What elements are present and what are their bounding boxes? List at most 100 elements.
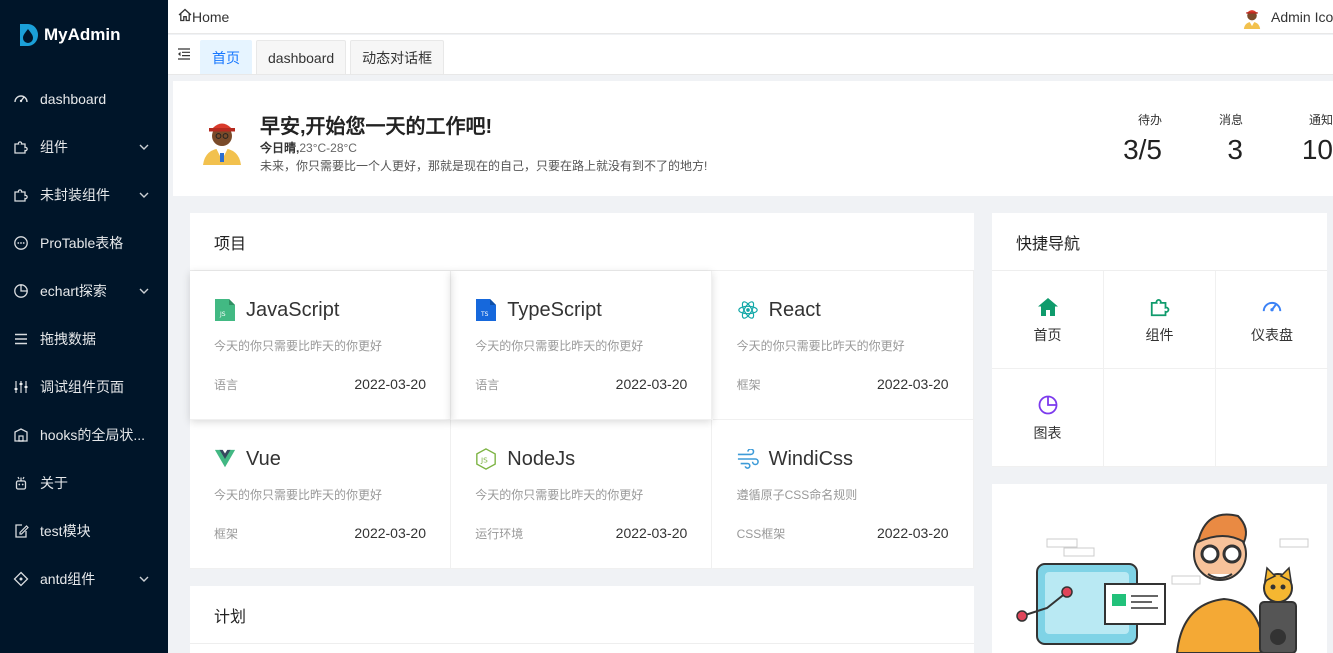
- greeting-motto: 未来，你只需要比一个人更好，那就是现在的自己，只要在路上就没有到不了的地方!: [260, 159, 708, 173]
- greeting-title: 早安,开始您一天的工作吧!: [260, 116, 493, 138]
- project-footer: 运行环境 2022-03-20: [475, 525, 687, 542]
- pie-chart-icon: [1036, 393, 1060, 417]
- project-date: 2022-03-20: [876, 376, 949, 392]
- quicknav-title: 快捷导航: [992, 213, 1327, 271]
- project-name: Vue: [246, 447, 281, 470]
- dashboard-icon: [12, 90, 30, 108]
- stat-label: 消息: [1218, 113, 1243, 127]
- project-description: 今天的你只需要比昨天的你更好: [475, 339, 644, 353]
- project-item[interactable]: WindiCss 遵循原子CSS命名规则 CSS框架 2022-03-20: [712, 420, 974, 569]
- projects-grid: JS JavaScript 今天的你只需要比昨天的你更好 语言 2022-03-20 TS…: [190, 271, 974, 569]
- diamond-icon: [12, 570, 30, 588]
- project-date: 2022-03-20: [615, 525, 688, 541]
- project-date: 2022-03-20: [876, 525, 949, 541]
- weather-prefix: 今日晴,: [260, 141, 300, 155]
- developer-illustration: [1016, 513, 1309, 653]
- project-description: 今天的你只需要比昨天的你更好: [214, 339, 383, 353]
- project-name: JavaScript: [246, 298, 340, 321]
- svg-text:TS: TS: [480, 311, 489, 318]
- user-avatar-illustration: [199, 115, 245, 165]
- sidebar-item[interactable]: 关于: [0, 459, 168, 507]
- quicknav-grid: 首页 组件 仪表盘图表: [992, 271, 1328, 467]
- breadcrumb[interactable]: Home: [178, 8, 229, 25]
- projects-title: 项目: [190, 213, 974, 271]
- quicknav-label: 仪表盘: [1251, 326, 1293, 343]
- building-icon: [12, 426, 30, 444]
- robot-icon: [12, 474, 30, 492]
- project-title: WindiCss: [737, 444, 949, 474]
- sidebar-item[interactable]: hooks的全局状...: [0, 411, 168, 459]
- project-name: React: [768, 298, 821, 321]
- vue-icon: [214, 447, 236, 471]
- sidebar-item[interactable]: dashboard: [0, 75, 168, 123]
- quicknav-empty-cell: [1104, 369, 1216, 467]
- project-date: 2022-03-20: [354, 525, 426, 541]
- project-description: 今天的你只需要比昨天的你更好: [475, 488, 644, 502]
- project-tag: 语言: [214, 378, 239, 392]
- sidebar-item[interactable]: antd组件: [0, 555, 168, 603]
- tab[interactable]: dashboard: [256, 40, 347, 74]
- app-name: MyAdmin: [44, 25, 121, 44]
- user-menu[interactable]: Admin Icon: [1241, 0, 1333, 34]
- app-logo[interactable]: MyAdmin: [0, 0, 168, 70]
- dashboard-icon: [1260, 295, 1284, 319]
- quicknav-item[interactable]: 组件: [1104, 271, 1216, 369]
- sidebar-item[interactable]: 调试组件页面: [0, 363, 168, 411]
- quicknav-item[interactable]: 图表: [992, 369, 1104, 467]
- project-item[interactable]: JS JavaScript 今天的你只需要比昨天的你更好 语言 2022-03-20: [190, 271, 451, 420]
- tab[interactable]: 首页: [200, 40, 252, 74]
- pie-chart-icon: [12, 282, 30, 300]
- project-description: 遵循原子CSS命名规则: [736, 488, 858, 502]
- stat-value: 10: [1301, 134, 1333, 165]
- project-description: 今天的你只需要比昨天的你更好: [214, 488, 383, 502]
- project-item[interactable]: React 今天的你只需要比昨天的你更好 框架 2022-03-20: [712, 271, 974, 420]
- project-date: 2022-03-20: [354, 376, 426, 392]
- project-tag: 框架: [736, 378, 761, 392]
- quicknav-item[interactable]: 首页: [992, 271, 1104, 369]
- sidebar-item-label: 组件: [40, 139, 68, 155]
- project-item[interactable]: Vue 今天的你只需要比昨天的你更好 框架 2022-03-20: [190, 420, 451, 569]
- sidebar-item[interactable]: 未封装组件: [0, 171, 168, 219]
- sidebar-item[interactable]: 拖拽数据: [0, 315, 168, 363]
- menu-fold-icon[interactable]: [168, 34, 200, 74]
- sidebar-item[interactable]: 组件: [0, 123, 168, 171]
- breadcrumb-home[interactable]: Home: [192, 9, 229, 25]
- stat-notifications: 通知 10: [1302, 111, 1333, 166]
- quicknav-card: 快捷导航 首页 组件 仪表盘图表: [992, 213, 1328, 467]
- quicknav-empty-cell: [1216, 369, 1328, 467]
- sidebar-item-label: hooks的全局状...: [40, 427, 146, 443]
- message-icon: [12, 234, 30, 252]
- tab[interactable]: 动态对话框: [350, 40, 445, 74]
- puzzle-icon: [12, 138, 30, 156]
- stat-todo: 待办 3/5: [1123, 111, 1162, 166]
- sidebar-menu: dashboard 组件未封装组件 ProTable表格 echart探索 拖拽数据调试…: [0, 75, 168, 603]
- sidebar-item[interactable]: test模块: [0, 507, 168, 555]
- svg-text:JS: JS: [219, 311, 226, 318]
- chevron-down-icon: [132, 189, 156, 201]
- svg-text:JS: JS: [480, 456, 488, 465]
- project-title: JS JavaScript: [214, 295, 426, 325]
- tab-list: 首页 dashboard 动态对话框: [200, 40, 448, 74]
- project-title: JS NodeJs: [475, 444, 687, 474]
- sidebar-item-label: echart探索: [40, 283, 107, 299]
- tabs-bar: 首页 dashboard 动态对话框: [168, 35, 1333, 75]
- logo-icon: [17, 22, 39, 48]
- avatar: [1241, 4, 1263, 30]
- project-date: 2022-03-20: [615, 376, 688, 392]
- sidebar-item-label: 拖拽数据: [40, 331, 96, 347]
- quicknav-item[interactable]: 仪表盘: [1216, 271, 1328, 369]
- sidebar-item[interactable]: echart探索: [0, 267, 168, 315]
- sidebar-item-label: test模块: [40, 523, 91, 539]
- nodejs-icon: JS: [475, 447, 497, 471]
- projects-card: 项目 JS JavaScript 今天的你只需要比昨天的你更好 语言 2022-03-2…: [190, 213, 974, 569]
- sidebar-item-label: 未封装组件: [40, 187, 110, 203]
- edit-icon: [12, 522, 30, 540]
- home-icon: [1036, 295, 1060, 319]
- windicss-icon: [737, 447, 759, 471]
- chevron-down-icon: [132, 285, 156, 297]
- sidebar-item[interactable]: ProTable表格: [0, 219, 168, 267]
- project-tag: 运行环境: [475, 527, 524, 541]
- project-item[interactable]: TS TypeScript 今天的你只需要比昨天的你更好 语言 2022-03-20: [451, 271, 713, 420]
- project-item[interactable]: JS NodeJs 今天的你只需要比昨天的你更好 运行环境 2022-03-20: [451, 420, 713, 569]
- quicknav-label: 组件: [1145, 326, 1174, 343]
